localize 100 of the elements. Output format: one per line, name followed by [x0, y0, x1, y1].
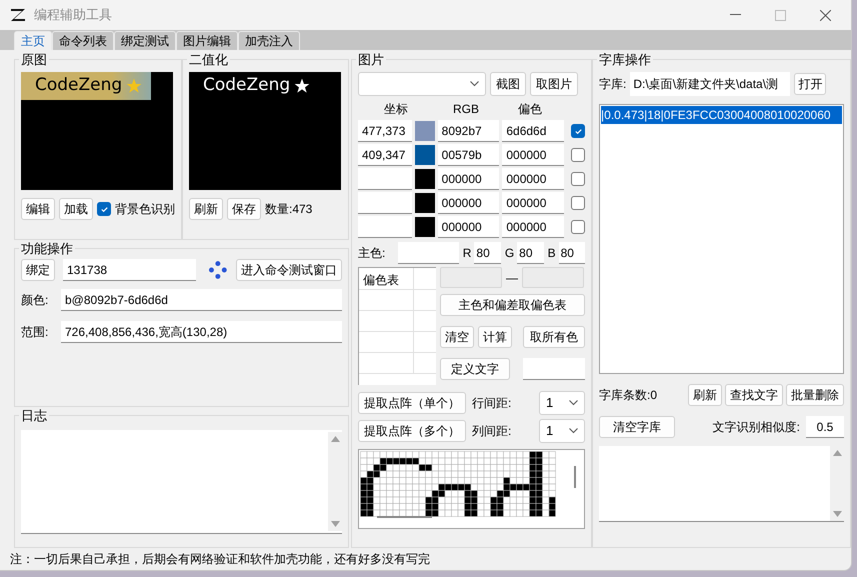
all-colors-button[interactable]: 取所有色	[523, 326, 586, 348]
input-field[interactable]: 726,408,856,436,宽高(130,28)	[61, 321, 342, 343]
offset-field[interactable]: 000000	[502, 216, 564, 238]
image-text: CodeZeng	[35, 74, 122, 98]
path-field[interactable]: D:\桌面\新建文件夹\data\测	[630, 72, 790, 96]
field-label: 颜色:	[21, 292, 50, 309]
toolbar-button[interactable]: 保存	[227, 198, 261, 220]
coordinate-field[interactable]: 477,373	[358, 120, 412, 142]
checkbox[interactable]	[97, 202, 111, 216]
checkbox-label: 背景色识别	[115, 201, 175, 218]
group-title: 功能操作	[20, 242, 74, 255]
batch-delete-button[interactable]: 批量删除	[786, 384, 844, 406]
offset-field[interactable]: 000000	[502, 192, 564, 214]
main-offset-button[interactable]: 主色和偏差取偏色表	[440, 294, 586, 316]
main-color-field[interactable]	[398, 242, 459, 264]
rgb-field[interactable]: 000000	[438, 216, 500, 238]
move-icon[interactable]	[208, 260, 228, 280]
star-icon	[294, 78, 310, 94]
coordinate-field[interactable]	[358, 216, 412, 238]
find-text-button[interactable]: 查找文字	[725, 384, 783, 406]
define-text-button[interactable]: 定义文字	[440, 358, 510, 380]
clear-library-button[interactable]: 清空字库	[599, 416, 676, 438]
close-icon[interactable]	[820, 10, 831, 20]
footer-note: 注：一切后果自己承担，后期会有网络验证和软件加壳功能，还有好多没有写完	[10, 551, 430, 568]
app-logo-icon	[10, 8, 26, 22]
column-header: 坐标	[383, 101, 409, 118]
coordinate-field[interactable]: 409,347	[358, 144, 412, 166]
maximize-icon[interactable]	[775, 10, 786, 20]
channel-label: B	[548, 245, 556, 262]
offset-field[interactable]: 000000	[502, 168, 564, 190]
checkbox[interactable]	[571, 172, 586, 186]
field-label: 行间距:	[472, 395, 512, 412]
tab[interactable]: 绑定测试	[114, 31, 176, 50]
minimize-icon[interactable]	[730, 14, 741, 16]
field-label: 列间距:	[472, 423, 512, 440]
scroll-thumb[interactable]	[574, 466, 576, 488]
channel-field[interactable]: 80	[517, 242, 544, 264]
checkbox[interactable]	[571, 196, 586, 210]
extract-single-button[interactable]: 提取点阵（单个）	[358, 392, 466, 414]
channel-field[interactable]: 80	[558, 242, 586, 264]
checkbox[interactable]	[571, 148, 586, 162]
column-header: RGB	[452, 101, 480, 118]
similarity-field[interactable]: 0.5	[806, 416, 844, 438]
input-field[interactable]: 131738	[63, 259, 196, 281]
offset-field[interactable]: 6d6d6d	[502, 120, 564, 142]
count-label: 字库条数:0	[599, 387, 658, 404]
coordinate-field[interactable]	[358, 168, 412, 190]
channel-field[interactable]: 80	[474, 242, 501, 264]
input-field[interactable]: b@8092b7-6d6d6d	[61, 289, 342, 311]
tab[interactable]: 图片编辑	[176, 31, 238, 50]
scrollbar[interactable]	[328, 432, 342, 531]
font-list[interactable]: |0.0.473|18|0FE3FCC03004008010020060	[599, 104, 844, 374]
enter-test-window-button[interactable]: 进入命令测试窗口	[236, 259, 342, 281]
refresh-button[interactable]: 刷新	[688, 384, 722, 406]
column-header: 偏色	[517, 101, 543, 118]
scroll-down-icon	[330, 521, 340, 527]
clear-button[interactable]: 清空	[440, 326, 474, 348]
col-spacing-dropdown[interactable]: 1	[539, 419, 586, 443]
channel-label: G	[504, 245, 514, 262]
scroll-thumb[interactable]	[377, 516, 432, 518]
get-image-button[interactable]: 取图片	[530, 72, 578, 96]
row-spacing-dropdown[interactable]: 1	[539, 391, 586, 415]
offset-table[interactable]: 偏色表	[358, 267, 436, 385]
count-label: 数量:473	[265, 201, 312, 218]
dash-label: —	[506, 270, 518, 286]
check-icon	[574, 126, 583, 136]
window-title: 编程辅助工具	[34, 6, 112, 24]
extract-multi-button[interactable]: 提取点阵（多个）	[358, 420, 466, 442]
list-item[interactable]: |0.0.473|18|0FE3FCC03004008010020060	[601, 106, 842, 124]
checkbox[interactable]	[571, 220, 586, 234]
rgb-field[interactable]: 000000	[438, 168, 500, 190]
scroll-up-icon	[832, 450, 842, 456]
tab[interactable]: 主页	[14, 31, 52, 50]
coordinate-field[interactable]	[358, 192, 412, 214]
offset-field[interactable]: 000000	[502, 144, 564, 166]
check-icon	[100, 204, 108, 214]
rgb-field[interactable]: 000000	[438, 192, 500, 214]
group-title: 图片	[357, 53, 385, 66]
rgb-field[interactable]: 8092b7	[438, 120, 500, 142]
toolbar-button[interactable]: 编辑	[21, 198, 55, 220]
checkbox[interactable]	[571, 124, 586, 138]
toolbar-button[interactable]: 加载	[59, 198, 93, 220]
rgb-field[interactable]: 00579b	[438, 144, 500, 166]
tab[interactable]: 加壳注入	[238, 31, 300, 50]
bind-button[interactable]: 绑定	[21, 259, 55, 281]
group-title: 二值化	[188, 53, 229, 66]
chevron-down-icon	[569, 400, 578, 406]
open-button[interactable]: 打开	[794, 73, 826, 95]
capture-button[interactable]: 截图	[490, 72, 526, 96]
calc-button[interactable]: 计算	[478, 326, 512, 348]
toolbar-button[interactable]: 刷新	[189, 198, 223, 220]
group-title: 字库操作	[598, 53, 652, 66]
star-icon	[126, 78, 142, 94]
field-label: 字库:	[599, 76, 626, 93]
input-field[interactable]	[523, 358, 586, 380]
field-label: 主色:	[358, 245, 386, 262]
field-label: 文字识别相似度:	[712, 419, 800, 436]
tab[interactable]: 命令列表	[52, 31, 114, 50]
image-text: CodeZeng	[203, 74, 290, 98]
column-header: 偏色表	[359, 268, 414, 289]
